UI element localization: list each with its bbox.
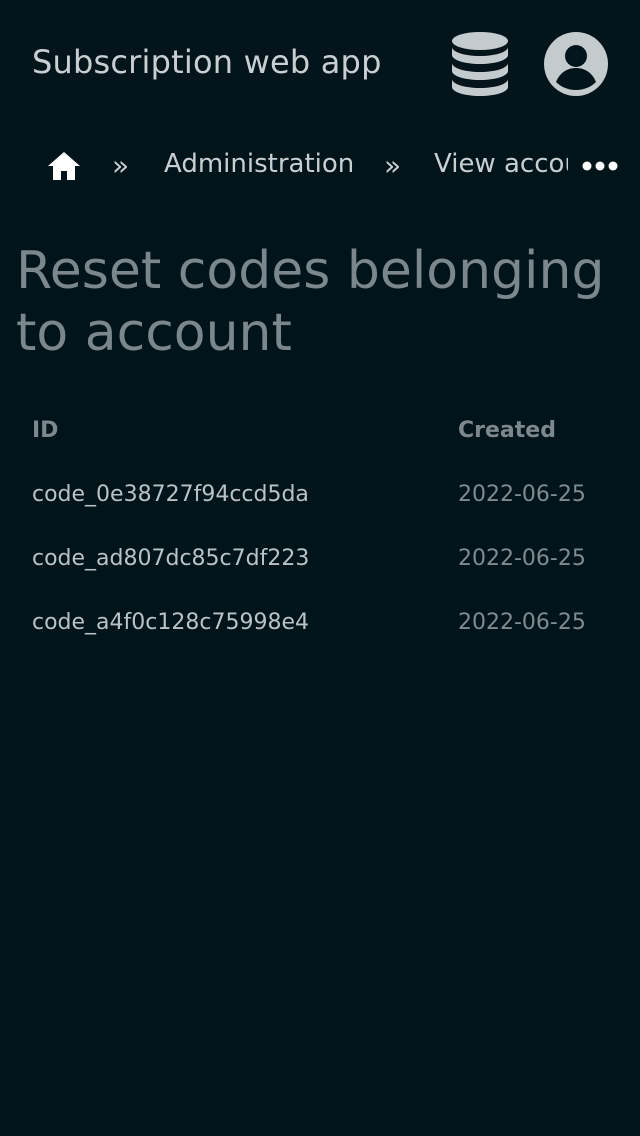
created-date-cell: 2022-06-25	[458, 545, 586, 571]
created-date-cell: 2022-06-25	[458, 481, 586, 507]
reset-codes-table: ID Created code_0e38727f94ccd5da 2022-06…	[16, 398, 624, 654]
table-row[interactable]: code_ad807dc85c7df223 2022-06-25	[16, 526, 624, 590]
table-row[interactable]: code_a4f0c128c75998e4 2022-06-25	[16, 590, 624, 654]
app-title[interactable]: Subscription web app	[32, 42, 382, 82]
table-header-row: ID Created	[16, 398, 624, 462]
created-date-cell: 2022-06-25	[458, 609, 586, 635]
code-id-cell[interactable]: code_0e38727f94ccd5da	[16, 462, 442, 526]
column-header-id[interactable]: ID	[16, 398, 442, 462]
column-header-created[interactable]: Created	[442, 398, 624, 462]
breadcrumb-item-administration[interactable]: Administration	[164, 146, 354, 182]
database-icon[interactable]	[448, 30, 512, 98]
table-row[interactable]: code_0e38727f94ccd5da 2022-06-25	[16, 462, 624, 526]
code-id-cell[interactable]: code_ad807dc85c7df223	[16, 526, 442, 590]
breadcrumb-separator: »	[384, 149, 402, 182]
breadcrumb-separator: »	[112, 149, 130, 182]
account-circle-icon[interactable]	[542, 30, 610, 98]
home-icon[interactable]	[46, 150, 82, 182]
breadcrumb-item-view-account[interactable]: View account	[434, 146, 568, 182]
more-horizontal-icon[interactable]	[580, 156, 620, 176]
breadcrumb: » Administration » View account	[0, 128, 640, 200]
app-header: Subscription web app	[0, 0, 640, 128]
page-title: Reset codes belonging to account	[16, 241, 605, 363]
code-id-cell[interactable]: code_a4f0c128c75998e4	[16, 590, 442, 654]
